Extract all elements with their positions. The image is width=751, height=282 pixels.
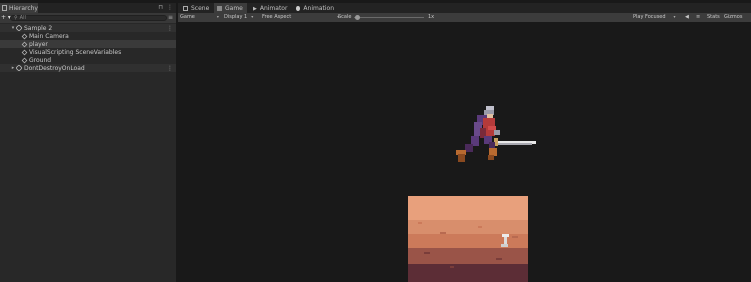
- scene-menu-icon[interactable]: ⋮: [167, 25, 173, 32]
- gizmos-button[interactable]: Gizmos: [724, 14, 742, 20]
- tab-label: Game: [225, 4, 243, 12]
- editor-tabbar: Scene Game ▶ Animator Animation: [178, 3, 751, 13]
- scene-row-sample-2[interactable]: ▾ Sample 2 ⋮: [0, 24, 176, 32]
- chevron-down-icon: ▾: [673, 14, 676, 19]
- play-mode-label: Play Focused: [633, 14, 666, 20]
- display-label: Display 1: [224, 14, 248, 20]
- ground-block: [408, 196, 528, 282]
- scene-icon: [183, 5, 188, 11]
- hierarchy-item-player[interactable]: player: [0, 40, 176, 48]
- aspect-dropdown[interactable]: Free Aspect ▾: [255, 14, 339, 20]
- tab-label: Animation: [303, 4, 334, 12]
- game-viewport[interactable]: [178, 22, 751, 282]
- scale-slider-knob[interactable]: [355, 15, 360, 20]
- hierarchy-list-icon: [2, 5, 7, 11]
- hierarchy-search-input[interactable]: ⚲ All: [10, 15, 167, 21]
- search-icon: ⚲: [14, 15, 18, 21]
- scene-row-dontdestroyonload[interactable]: ▸ DontDestroyOnLoad ⋮: [0, 64, 176, 72]
- game-panel: Scene Game ▶ Animator Animation Game ▾ Di…: [178, 3, 751, 282]
- item-label: Main Camera: [29, 32, 69, 40]
- player-sprite: [456, 106, 536, 162]
- filter-icon[interactable]: ≡: [168, 14, 174, 21]
- hierarchy-tab[interactable]: Hierarchy: [0, 3, 38, 13]
- hierarchy-item-ground[interactable]: Ground: [0, 56, 176, 64]
- gameobject-icon: [21, 57, 28, 63]
- lock-icon[interactable]: ⊓: [158, 4, 163, 11]
- search-placeholder: All: [19, 15, 26, 21]
- chevron-down-icon: ▾: [216, 14, 219, 19]
- game-render: [408, 106, 536, 282]
- tab-animation[interactable]: Animation: [293, 3, 337, 13]
- hierarchy-tree: ▾ Sample 2 ⋮ Main Camera player VisualSc…: [0, 24, 176, 72]
- tab-game[interactable]: Game: [214, 3, 247, 13]
- game-icon: [217, 5, 222, 11]
- tab-label: Scene: [191, 4, 210, 12]
- game-mode-label: Game: [180, 14, 195, 20]
- hierarchy-panel: Hierarchy ⊓ ⋮ + ▾ ⚲ All ≡ ▾ Sample 2 ⋮ M…: [0, 3, 176, 282]
- scene-label: Sample 2: [24, 24, 53, 32]
- animation-icon: [296, 5, 301, 11]
- item-label: player: [29, 40, 48, 48]
- unity-scene-icon: [16, 25, 22, 31]
- mute-audio-icon[interactable]: ◀: [685, 14, 689, 20]
- scale-slider-track[interactable]: [354, 17, 424, 18]
- unity-scene-icon: [16, 65, 22, 71]
- play-mode-dropdown[interactable]: Play Focused ▾: [633, 14, 676, 20]
- scene-menu-icon[interactable]: ⋮: [167, 65, 173, 72]
- scale-label: Scale: [338, 14, 352, 20]
- item-label: Ground: [29, 56, 52, 64]
- tab-animator[interactable]: ▶ Animator: [250, 3, 290, 13]
- hierarchy-tabbar: Hierarchy ⊓ ⋮: [0, 3, 176, 13]
- hierarchy-tab-label: Hierarchy: [8, 4, 38, 12]
- tab-label: Animator: [259, 4, 288, 12]
- hierarchy-item-main-camera[interactable]: Main Camera: [0, 32, 176, 40]
- stats-button[interactable]: Stats: [707, 14, 720, 20]
- animator-icon: ▶: [253, 5, 257, 12]
- hierarchy-toolbar: + ▾ ⚲ All ≡: [0, 13, 176, 23]
- gameobject-icon: [21, 49, 28, 55]
- tab-scene[interactable]: Scene: [180, 3, 213, 13]
- gameobject-icon: [21, 33, 28, 39]
- settings-sliders-icon[interactable]: ≡: [696, 14, 700, 20]
- gameobject-icon: [21, 41, 28, 47]
- game-mode-dropdown[interactable]: Game ▾: [180, 14, 219, 20]
- scale-value: 1x: [428, 14, 435, 20]
- aspect-label: Free Aspect: [262, 14, 292, 20]
- game-toolbar: Game ▾ Display 1 ▾ Free Aspect ▾ Scale 1x P…: [178, 13, 751, 22]
- chevron-down-icon: ▾: [251, 14, 254, 19]
- more-options-icon[interactable]: ⋮: [167, 4, 173, 11]
- display-dropdown[interactable]: Display 1 ▾: [224, 14, 253, 20]
- item-label: VisualScripting SceneVariables: [29, 48, 122, 56]
- scene-label: DontDestroyOnLoad: [24, 64, 85, 72]
- hierarchy-item-visualscripting[interactable]: VisualScripting SceneVariables: [0, 48, 176, 56]
